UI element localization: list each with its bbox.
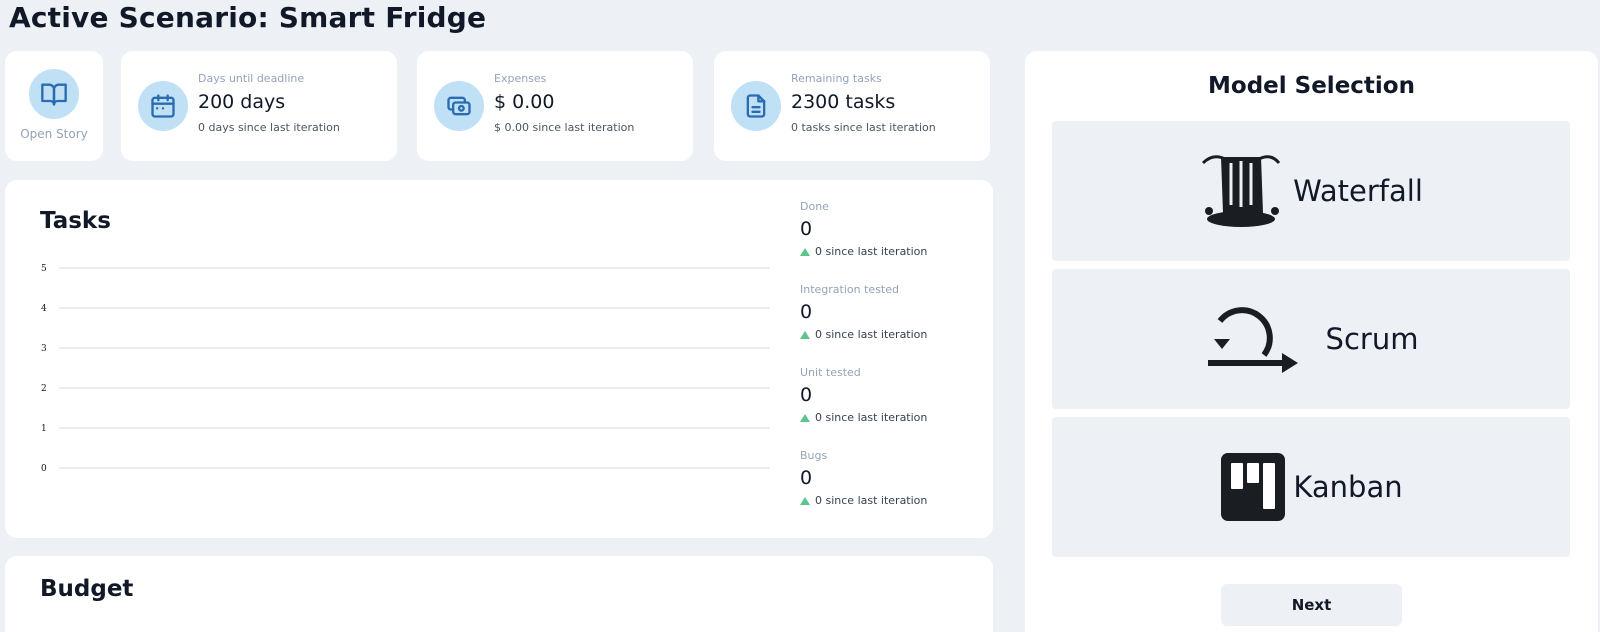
- model-option-kanban[interactable]: Kanban: [1052, 417, 1570, 557]
- task-stat-delta-text: 0 since last iteration: [815, 411, 928, 424]
- stat-value: 200 days: [198, 91, 286, 113]
- task-stat-delta-text: 0 since last iteration: [815, 245, 928, 258]
- stat-delta: $ 0.00 since last iteration: [494, 121, 635, 134]
- open-story-label: Open Story: [20, 127, 88, 141]
- model-option-label: Waterfall: [1293, 174, 1423, 208]
- model-option-label: Scrum: [1325, 322, 1419, 356]
- task-stat-label: Done: [800, 200, 829, 213]
- model-option-scrum[interactable]: Scrum: [1052, 269, 1570, 409]
- y-tick-label: 0: [41, 464, 47, 474]
- trend-up-icon: [800, 413, 810, 422]
- trend-up-icon: [800, 330, 810, 339]
- y-tick-label: 2: [41, 384, 47, 394]
- book-open-icon: [29, 69, 79, 119]
- stat-label: Remaining tasks: [791, 72, 882, 85]
- stat-delta: 0 days since last iteration: [198, 121, 340, 134]
- document-icon: [731, 81, 781, 131]
- task-stat-value: 0: [800, 384, 813, 406]
- y-tick-label: 5: [41, 264, 47, 274]
- task-stat-label: Unit tested: [800, 366, 861, 379]
- task-stat-delta-text: 0 since last iteration: [815, 328, 928, 341]
- model-selection-title: Model Selection: [1208, 73, 1415, 99]
- model-option-label: Kanban: [1293, 470, 1403, 504]
- y-tick-label: 1: [41, 424, 47, 434]
- stat-card-expenses: Expenses $ 0.00 $ 0.00 since last iterat…: [417, 51, 693, 161]
- stat-card-remaining-tasks: Remaining tasks 2300 tasks 0 tasks since…: [714, 51, 990, 161]
- model-selection-panel: Model Selection Waterfall Scrum Kanban N…: [1025, 51, 1598, 632]
- trend-up-icon: [800, 247, 810, 256]
- task-stat-delta-text: 0 since last iteration: [815, 494, 928, 507]
- kanban-board-icon: [1221, 453, 1286, 521]
- task-stat-label: Integration tested: [800, 283, 899, 296]
- calendar-icon: [138, 81, 188, 131]
- task-stat-delta: 0 since last iteration: [800, 245, 980, 258]
- trend-up-icon: [800, 496, 810, 505]
- budget-card: Budget: [5, 556, 993, 632]
- y-tick-label: 4: [41, 304, 47, 314]
- task-stat-bugs: Bugs 0 0 since last iteration: [800, 449, 980, 507]
- open-story-button[interactable]: Open Story: [5, 51, 103, 161]
- stat-label: Days until deadline: [198, 72, 305, 85]
- task-stat-unit-tested: Unit tested 0 0 since last iteration: [800, 366, 980, 424]
- tasks-card: Tasks 0 1 2 3 4 5 Done 0 0 since last iterati…: [5, 180, 993, 538]
- stat-label: Expenses: [494, 72, 547, 85]
- model-option-waterfall[interactable]: Waterfall: [1052, 121, 1570, 261]
- task-stat-label: Bugs: [800, 449, 828, 462]
- task-stat-delta: 0 since last iteration: [800, 328, 980, 341]
- task-stat-delta: 0 since last iteration: [800, 494, 980, 507]
- task-stat-delta: 0 since last iteration: [800, 411, 980, 424]
- tasks-chart: 0 1 2 3 4 5: [41, 264, 770, 474]
- task-stat-value: 0: [800, 467, 813, 489]
- stat-value: 2300 tasks: [791, 91, 896, 113]
- money-icon: [434, 81, 484, 131]
- tasks-title: Tasks: [40, 208, 111, 234]
- waterfall-icon: [1202, 155, 1281, 227]
- y-tick-label: 3: [41, 344, 47, 354]
- stat-delta: 0 tasks since last iteration: [791, 121, 936, 134]
- stat-card-deadline: Days until deadline 200 days 0 days sinc…: [121, 51, 397, 161]
- page-title: Active Scenario: Smart Fridge: [9, 1, 487, 34]
- task-stat-done: Done 0 0 since last iteration: [800, 200, 980, 258]
- scrum-cycle-icon: [1207, 307, 1298, 373]
- task-stat-integration-tested: Integration tested 0 0 since last iterat…: [800, 283, 980, 341]
- task-stat-value: 0: [800, 218, 813, 240]
- next-button[interactable]: Next: [1221, 584, 1402, 626]
- budget-title: Budget: [40, 576, 134, 602]
- stat-value: $ 0.00: [494, 91, 555, 113]
- task-stat-value: 0: [800, 301, 813, 323]
